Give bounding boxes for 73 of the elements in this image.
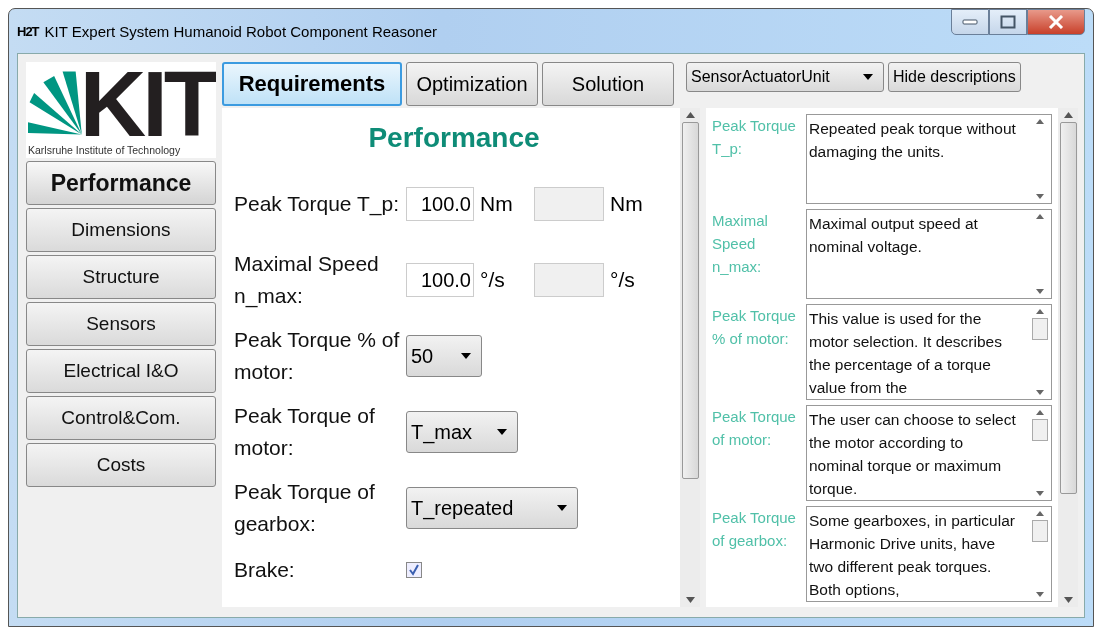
arrow-down-icon[interactable] xyxy=(1063,597,1073,603)
section-title: Performance xyxy=(367,121,541,155)
close-icon xyxy=(1048,15,1064,29)
caret-icon xyxy=(557,505,567,511)
field-label: Peak Torque % of motor: xyxy=(234,327,401,385)
description-label: Peak Torque T_p: xyxy=(712,116,797,159)
scroll-thumb[interactable] xyxy=(1032,318,1048,340)
close-button[interactable] xyxy=(1027,9,1085,35)
input-field[interactable] xyxy=(534,263,604,297)
caret-icon xyxy=(461,353,471,359)
unit-label: °/s xyxy=(479,268,506,292)
sidebar-button[interactable]: Performance xyxy=(26,161,216,205)
kit-logo: KIT Karlsruhe Institute of Technology xyxy=(26,62,216,158)
arrow-down-icon[interactable] xyxy=(1036,194,1044,199)
arrow-up-icon[interactable] xyxy=(1036,214,1044,219)
arrow-up-icon[interactable] xyxy=(1036,119,1044,124)
component-dropdown[interactable]: SensorActuatorUnit xyxy=(686,62,884,92)
dropdown[interactable]: T_max xyxy=(406,411,518,453)
arrow-down-icon[interactable] xyxy=(1036,289,1044,294)
sidebar-button[interactable]: Electrical I&O xyxy=(26,349,216,393)
scroll-thumb[interactable] xyxy=(1032,520,1048,542)
arrow-down-icon[interactable] xyxy=(1036,592,1044,597)
unit-label: Nm xyxy=(609,192,644,216)
maximize-icon xyxy=(1000,15,1016,29)
dropdown[interactable]: 50 xyxy=(406,335,482,377)
scrollbar[interactable] xyxy=(1058,108,1078,607)
maximize-button[interactable] xyxy=(989,9,1027,35)
arrow-down-icon[interactable] xyxy=(685,597,695,603)
hide-descriptions-button[interactable]: Hide descriptions xyxy=(888,62,1021,92)
description-label: Peak Torque of motor: xyxy=(712,407,797,450)
field-label: Peak Torque of motor: xyxy=(234,403,376,461)
window-title: KIT Expert System Humanoid Robot Component Reasoner xyxy=(44,22,437,40)
field-label: Peak Torque T_p: xyxy=(234,191,400,218)
description-label: Peak Torque % of motor: xyxy=(712,306,797,349)
arrow-up-icon[interactable] xyxy=(1036,309,1044,314)
unit-label: °/s xyxy=(609,268,636,292)
sidebar-button[interactable]: Structure xyxy=(26,255,216,299)
scrollbar[interactable] xyxy=(680,108,700,607)
arrow-up-icon[interactable] xyxy=(1036,511,1044,516)
minimize-button[interactable] xyxy=(951,9,989,35)
arrow-down-icon[interactable] xyxy=(1036,491,1044,496)
sidebar-button[interactable]: Sensors xyxy=(26,302,216,346)
description-text: Some gearboxes, in particular Harmonic Drive units, have two different peak torques. Both options, xyxy=(808,511,1016,600)
unit-label: Nm xyxy=(479,192,514,216)
arrow-up-icon[interactable] xyxy=(685,112,695,118)
description-label: Peak Torque of gearbox: xyxy=(712,508,797,551)
tab[interactable]: Solution xyxy=(542,62,674,106)
caret-icon xyxy=(863,74,873,80)
description-label: Maximal Speed n_max: xyxy=(712,211,769,277)
sidebar-button[interactable]: Dimensions xyxy=(26,208,216,252)
arrow-up-icon[interactable] xyxy=(1036,410,1044,415)
input-field[interactable] xyxy=(534,187,604,221)
dropdown[interactable]: T_repeated xyxy=(406,487,578,529)
sidebar-button[interactable]: Costs xyxy=(26,443,216,487)
caret-icon xyxy=(497,429,507,435)
scroll-thumb[interactable] xyxy=(1032,419,1048,441)
app-icon: H2T xyxy=(17,23,39,39)
field-label: Brake: xyxy=(234,557,296,583)
tab[interactable]: Optimization xyxy=(406,62,538,106)
field-label: Maximal Speed n_max: xyxy=(234,251,380,310)
arrow-up-icon[interactable] xyxy=(1063,112,1073,118)
description-text: This value is used for the motor selection. It describes the percentage of a torque value from the xyxy=(808,309,1003,398)
description-text: The user can choose to select the motor according to nominal torque or maximum torque. xyxy=(808,410,1017,499)
minimize-icon xyxy=(962,19,978,25)
description-text: Repeated peak torque without damaging the units. xyxy=(808,119,1017,162)
checkbox[interactable] xyxy=(406,562,422,578)
arrow-down-icon[interactable] xyxy=(1036,390,1044,395)
input-field[interactable]: 100.0 xyxy=(406,187,474,221)
description-text: Maximal output speed at nominal voltage. xyxy=(808,214,979,257)
tab[interactable]: Requirements xyxy=(222,62,402,106)
sidebar-button[interactable]: Control&Com. xyxy=(26,396,216,440)
input-field[interactable]: 100.0 xyxy=(406,263,474,297)
field-label: Peak Torque of gearbox: xyxy=(234,479,376,537)
